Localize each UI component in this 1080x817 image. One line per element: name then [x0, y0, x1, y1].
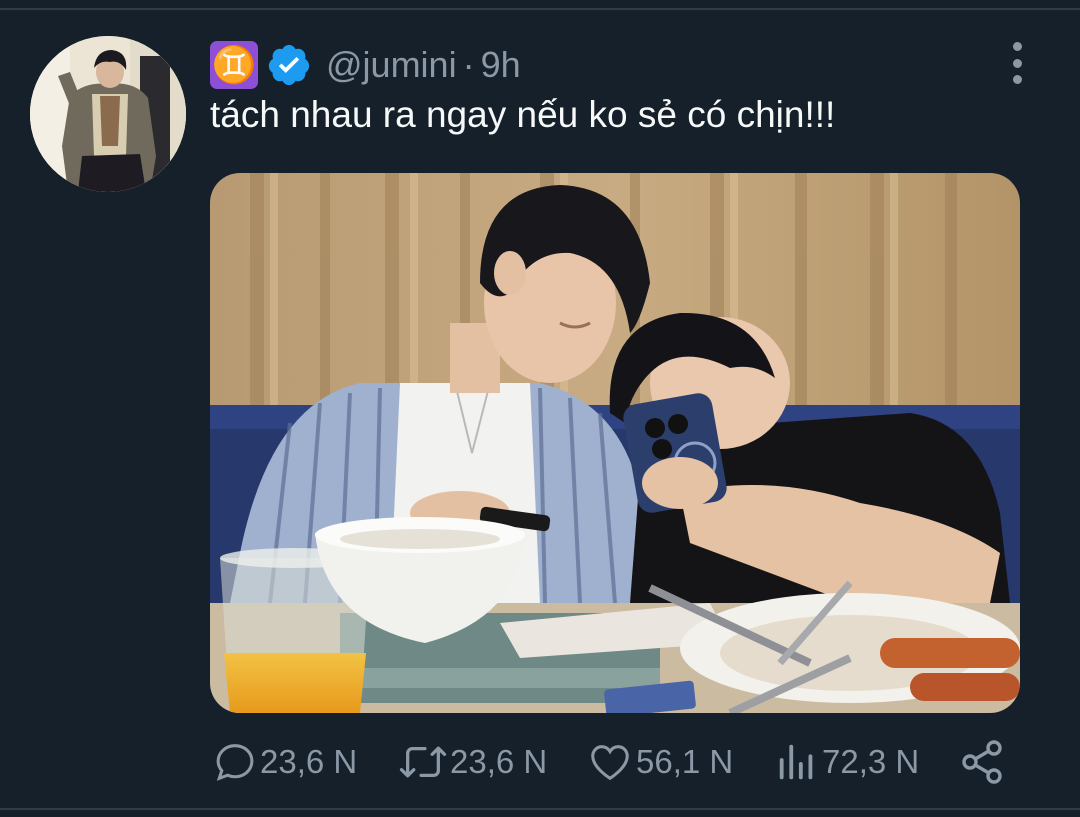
like-button[interactable]: 56,1 N	[586, 735, 733, 789]
share-button[interactable]	[958, 735, 1006, 789]
action-bar: 23,6 N 23,6 N 56,1 N 72,3 N	[212, 735, 1012, 789]
avatar-image	[30, 36, 186, 192]
avatar[interactable]	[30, 36, 186, 192]
retweet-count: 23,6 N	[450, 743, 548, 780]
views-button[interactable]: 72,3 N	[774, 735, 919, 789]
tweet-time[interactable]: 9h	[481, 44, 521, 86]
reply-button[interactable]: 23,6 N	[212, 735, 357, 789]
views-icon	[779, 744, 813, 780]
views-count: 72,3 N	[822, 743, 920, 780]
share-icon	[962, 740, 1002, 784]
tweet-text: tách nhau ra ngay nếu ko sẻ có chịn!!!	[210, 94, 836, 135]
top-divider	[0, 8, 1080, 10]
like-icon	[591, 745, 629, 781]
reply-icon	[216, 744, 254, 781]
bottom-divider	[0, 808, 1080, 810]
user-handle[interactable]: @jumini	[326, 44, 457, 86]
retweet-icon	[399, 746, 447, 778]
photo-image	[210, 173, 1020, 713]
more-icon[interactable]	[1004, 42, 1030, 84]
like-count: 56,1 N	[636, 743, 734, 780]
reply-count: 23,6 N	[260, 743, 358, 780]
tweet-photo[interactable]	[210, 173, 1020, 713]
retweet-button[interactable]: 23,6 N	[398, 735, 547, 789]
gemini-emoji: ♊	[210, 41, 258, 89]
separator-dot: ·	[462, 44, 475, 85]
verified-badge-icon	[268, 44, 310, 86]
tweet-header: ♊ @jumini · 9h	[210, 40, 521, 90]
